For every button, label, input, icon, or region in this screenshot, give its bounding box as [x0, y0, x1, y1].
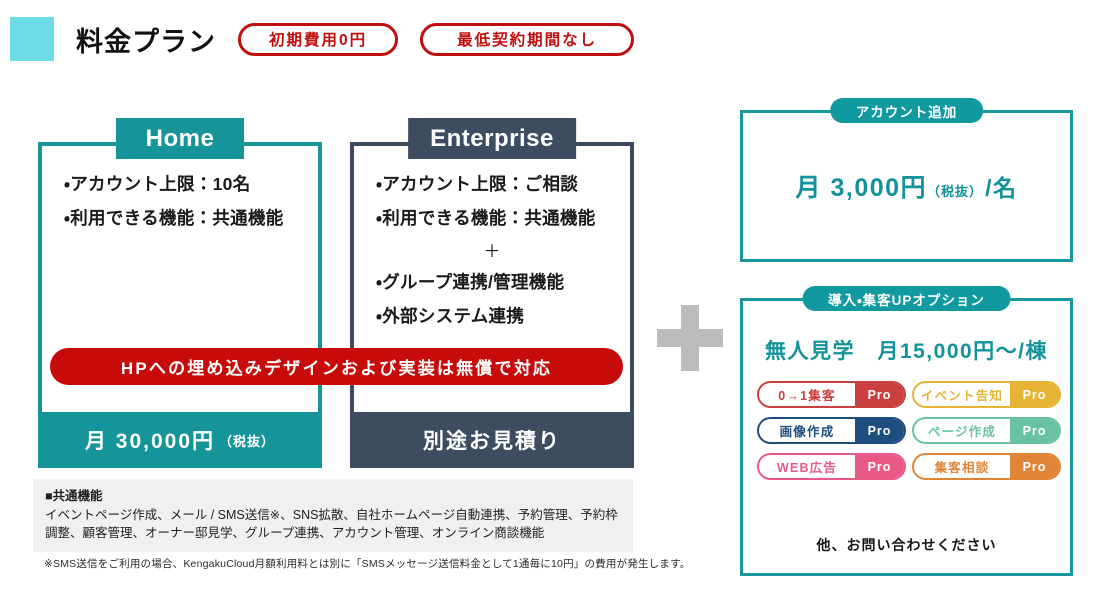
option-badge-grid: 0→1集客 Pro イベント告知 Pro 画像作成 Pro ページ作成 Pro … [757, 381, 1062, 480]
pro-tag: Pro [855, 455, 904, 478]
plus-icon [657, 305, 723, 371]
plan-price-home: 月 30,000円 （税抜） [38, 412, 322, 468]
plan-tab-enterprise: Enterprise [408, 118, 576, 159]
option-badge-label: 集客相談 [934, 461, 990, 475]
free-embed-ribbon: HPへの埋め込みデザインおよび実装は無償で対応 [50, 348, 623, 385]
pricing-infographic: 料金プラン 初期費用0円 最低契約期間なし Home ・アカウント上限：10名 … [0, 0, 1112, 595]
plan-price-value-enterprise: 別途お見積り [423, 430, 561, 453]
common-features-note: ■共通機能 イベントページ作成、メール / SMS送信※、SNS拡散、自社ホーム… [33, 479, 633, 553]
marketing-option-panel: 導入・集客UPオプション 無人見学 月15,000円〜/棟 0→1集客 Pro … [740, 286, 1073, 576]
unmanned-tour-price: 無人見学 月15,000円〜/棟 [764, 340, 1049, 363]
brand-swatch [10, 17, 54, 61]
feature-plus-separator: ＋ [483, 242, 501, 261]
pro-tag: Pro [1010, 419, 1059, 442]
list-item: ・アカウント上限：ご相談 [376, 174, 579, 194]
list-item: ・利用できる機能：共通機能 [64, 207, 284, 228]
plan-card-enterprise: Enterprise ・アカウント上限：ご相談 ・利用できる機能：共通機能 ＋ … [350, 118, 634, 468]
plan-feature-list-enterprise: ・アカウント上限：ご相談 ・利用できる機能：共通機能 ＋ ・グループ連携/管理機… [354, 146, 630, 325]
pro-tag: Pro [855, 419, 904, 442]
option-badge-image-creation[interactable]: 画像作成 Pro [757, 417, 906, 444]
header-badge-initial-fee: 初期費用0円 [238, 22, 399, 56]
plan-price-enterprise: 別途お見積り [350, 412, 634, 468]
list-item: ・グループ連携/管理機能 [376, 272, 565, 292]
sms-disclaimer: ※SMS送信をご利用の場合、KengakuCloud月額利用料とは別に「SMSメ… [44, 558, 691, 570]
pro-tag: Pro [1010, 383, 1059, 406]
option-badge-event-announce[interactable]: イベント告知 Pro [912, 381, 1061, 408]
account-price-value: 月 3,000円 [795, 174, 928, 202]
list-item: ・利用できる機能：共通機能 [376, 207, 596, 228]
marketing-option-tab: 導入・集客UPオプション [802, 286, 1011, 311]
plan-price-value-home: 月 30,000円 [84, 430, 216, 453]
account-addition-panel: アカウント追加 月 3,000円（税抜）/名 [740, 98, 1073, 262]
common-features-title: ■共通機能 [45, 489, 103, 503]
pro-tag: Pro [855, 383, 904, 406]
option-badge-label: ページ作成 [927, 425, 997, 439]
option-badge-label: 0→1集客 [778, 389, 836, 403]
option-badge-label: イベント告知 [920, 389, 1004, 403]
page-header: 料金プラン 初期費用0円 最低契約期間なし [0, 0, 1112, 78]
account-addition-price: 月 3,000円（税抜）/名 [743, 168, 1070, 204]
plan-card-home: Home ・アカウント上限：10名 ・利用できる機能：共通機能 月 30,000… [38, 118, 322, 468]
option-badge-marketing-consult[interactable]: 集客相談 Pro [912, 453, 1061, 480]
plan-tab-home: Home [116, 118, 244, 159]
account-price-note: （税抜） [927, 184, 984, 199]
common-features-text: イベントページ作成、メール / SMS送信※、SNS拡散、自社ホームページ自動連… [45, 508, 618, 541]
option-badge-0to1[interactable]: 0→1集客 Pro [757, 381, 906, 408]
account-price-unit: /名 [985, 175, 1018, 201]
option-badge-label: 画像作成 [779, 425, 835, 439]
pro-tag: Pro [1010, 455, 1059, 478]
list-item: ・アカウント上限：10名 [64, 174, 251, 194]
list-item: ・外部システム連携 [376, 305, 525, 326]
option-panel-footer: 他、お問い合わせください [816, 537, 997, 553]
page-title: 料金プラン [76, 26, 216, 57]
option-badge-web-ads[interactable]: WEB広告 Pro [757, 453, 906, 480]
header-badge-no-min-contract: 最低契約期間なし [420, 22, 635, 56]
option-badge-label: WEB広告 [776, 461, 838, 475]
option-badge-page-creation[interactable]: ページ作成 Pro [912, 417, 1061, 444]
plan-price-note-home: （税抜） [219, 433, 276, 449]
account-addition-tab: アカウント追加 [829, 98, 984, 123]
